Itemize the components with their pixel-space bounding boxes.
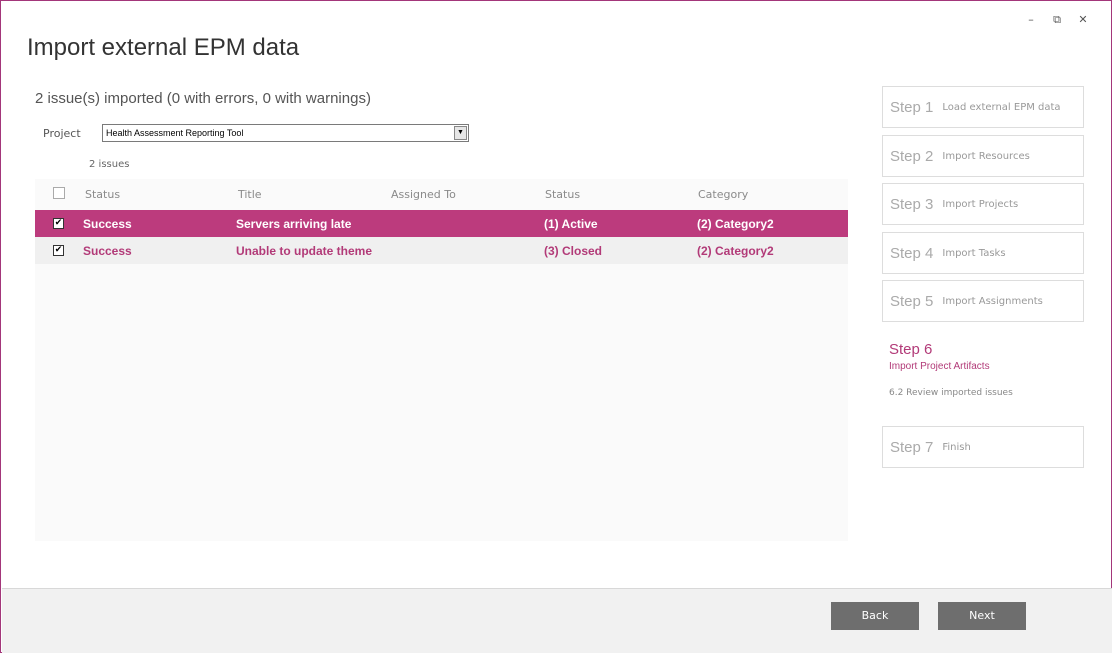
step-number: Step 4 <box>890 244 934 262</box>
step-name: Import Assignments <box>942 295 1043 307</box>
step-name: Finish <box>942 441 971 453</box>
step-3[interactable]: Step 3 Import Projects <box>882 183 1084 225</box>
select-all-checkbox[interactable] <box>53 187 65 199</box>
table-row[interactable]: ✔ Success Servers arriving late (1) Acti… <box>35 210 848 237</box>
row-state: (3) Closed <box>544 244 603 258</box>
step-6-active: Step 6 Import Project Artifacts 6.2 Revi… <box>882 341 1084 398</box>
chevron-down-icon[interactable]: ▼ <box>454 126 467 140</box>
row-status: Success <box>83 244 132 258</box>
restore-icon[interactable]: ⧉ <box>1051 13 1063 27</box>
row-title: Servers arriving late <box>236 217 352 231</box>
step-5[interactable]: Step 5 Import Assignments <box>882 280 1084 322</box>
header-state[interactable]: Status <box>545 188 580 201</box>
step-number: Step 1 <box>890 98 934 116</box>
step-substep: 6.2 Review imported issues <box>889 388 1013 398</box>
step-4[interactable]: Step 4 Import Tasks <box>882 232 1084 274</box>
import-summary: 2 issue(s) imported (0 with errors, 0 wi… <box>35 90 371 107</box>
row-category: (2) Category2 <box>697 217 774 231</box>
header-category[interactable]: Category <box>698 188 748 201</box>
step-number: Step 7 <box>890 438 934 456</box>
back-button[interactable]: Back <box>831 602 919 630</box>
step-2[interactable]: Step 2 Import Resources <box>882 135 1084 177</box>
step-name: Import Projects <box>942 198 1019 210</box>
step-name: Load external EPM data <box>942 101 1061 113</box>
window-controls: – ⧉ ✕ <box>1025 13 1089 27</box>
project-dropdown[interactable]: Health Assessment Reporting Tool ▼ <box>102 124 469 142</box>
import-wizard-window: – ⧉ ✕ Import external EPM data 2 issue(s… <box>0 0 1112 653</box>
step-name: Import Project Artifacts <box>889 361 990 372</box>
row-state: (1) Active <box>544 217 598 231</box>
header-status[interactable]: Status <box>85 188 120 201</box>
next-button[interactable]: Next <box>938 602 1026 630</box>
issues-grid: Status Title Assigned To Status Category… <box>35 179 848 541</box>
close-icon[interactable]: ✕ <box>1077 13 1089 27</box>
step-1[interactable]: Step 1 Load external EPM data <box>882 86 1084 128</box>
wizard-footer: Back Next <box>2 588 1112 653</box>
row-category: (2) Category2 <box>697 244 774 258</box>
step-name: Import Tasks <box>942 247 1006 259</box>
step-7[interactable]: Step 7 Finish <box>882 426 1084 468</box>
row-title: Unable to update theme <box>236 244 373 258</box>
project-label: Project <box>43 127 81 140</box>
step-name: Import Resources <box>942 150 1030 162</box>
grid-header: Status Title Assigned To Status Category <box>35 179 848 209</box>
page-title: Import external EPM data <box>27 34 300 61</box>
row-status: Success <box>83 217 132 231</box>
minimize-icon[interactable]: – <box>1025 13 1037 27</box>
step-number: Step 6 <box>889 341 933 358</box>
issue-count: 2 issues <box>89 159 130 170</box>
project-selected-value: Health Assessment Reporting Tool <box>106 128 244 138</box>
row-checkbox[interactable]: ✔ <box>53 218 64 229</box>
step-number: Step 2 <box>890 147 934 165</box>
step-number: Step 3 <box>890 195 934 213</box>
step-number: Step 5 <box>890 292 934 310</box>
header-title[interactable]: Title <box>238 188 262 201</box>
table-row[interactable]: ✔ Success Unable to update theme (3) Clo… <box>35 237 848 264</box>
row-checkbox[interactable]: ✔ <box>53 245 64 256</box>
header-assigned-to[interactable]: Assigned To <box>391 188 456 201</box>
